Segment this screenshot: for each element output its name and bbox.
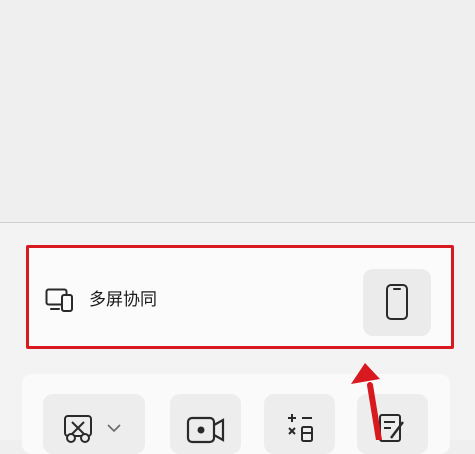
chevron-down-icon[interactable] — [107, 424, 121, 432]
screen-record-tile[interactable] — [170, 394, 241, 454]
phone-icon — [386, 284, 408, 320]
desktop-background — [0, 0, 475, 222]
connect-phone-button[interactable] — [363, 269, 431, 336]
notes-edit-icon — [379, 414, 404, 442]
calculator-icon — [288, 414, 313, 442]
cast-tile[interactable] — [43, 394, 145, 454]
multiscreen-label: 多屏协同 — [89, 290, 157, 310]
devices-icon — [45, 288, 75, 312]
calculator-tile[interactable] — [264, 394, 335, 454]
multiscreen-collaboration-card[interactable]: 多屏协同 — [26, 245, 454, 349]
notes-tile[interactable] — [357, 394, 428, 454]
video-camera-icon — [186, 416, 225, 444]
